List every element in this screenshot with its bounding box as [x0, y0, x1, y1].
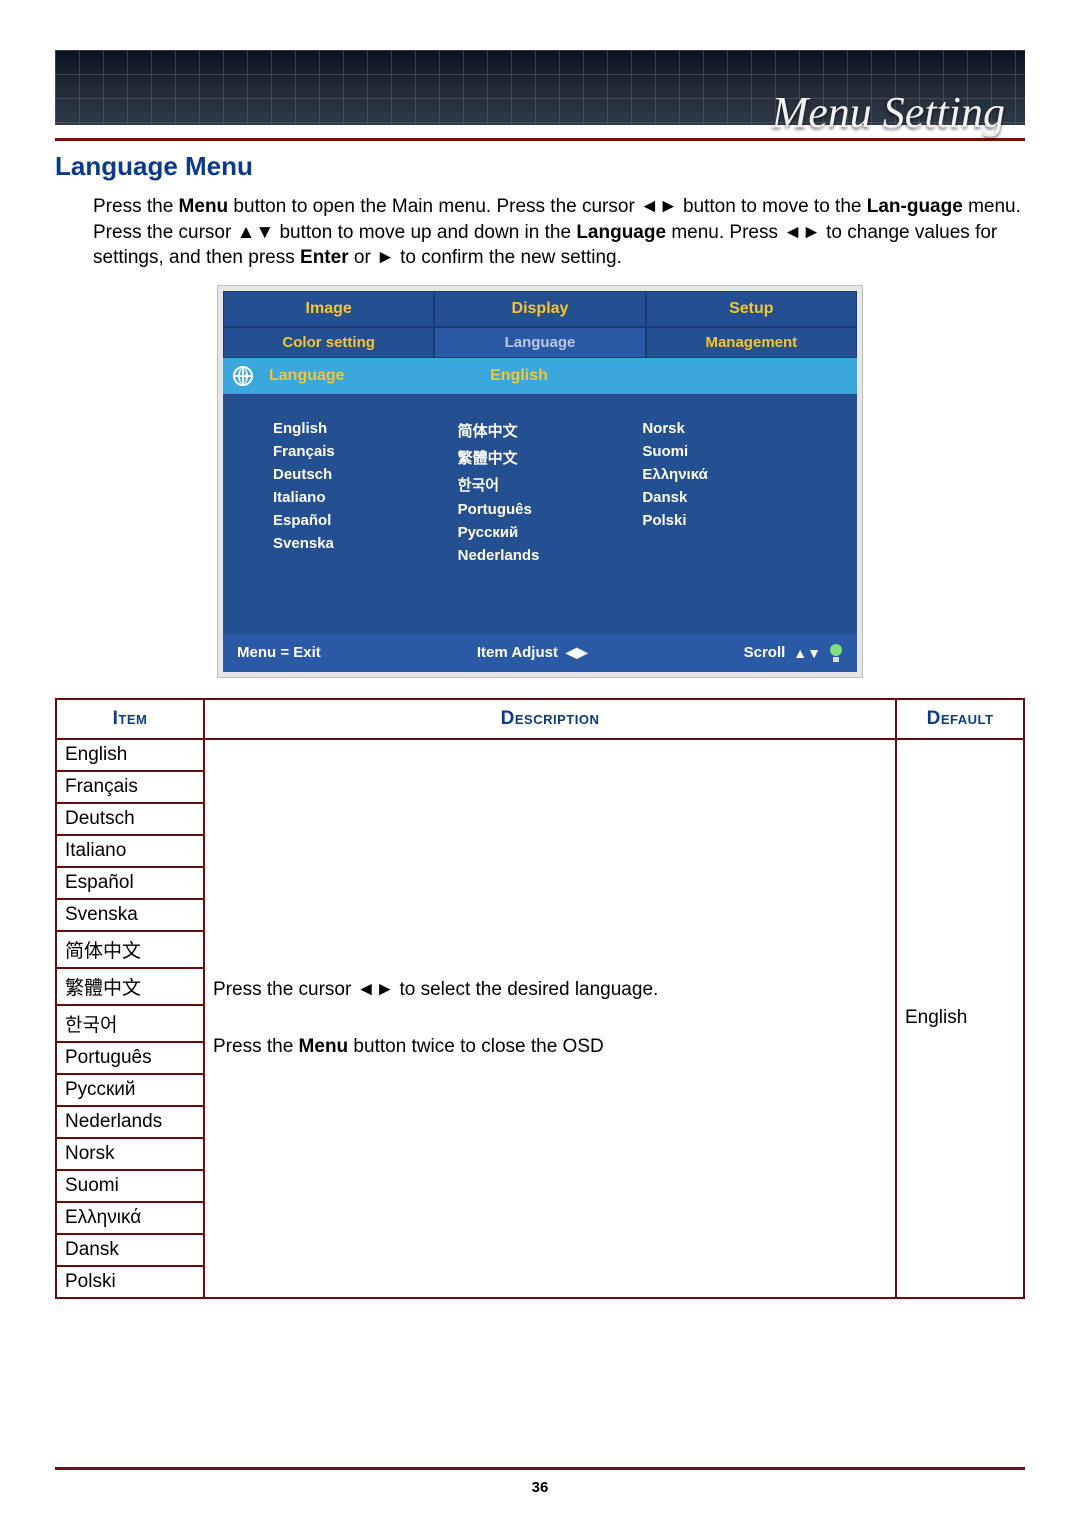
osd-lang-option[interactable]: Português	[458, 501, 643, 518]
osd-selected-row[interactable]: Language English	[223, 358, 857, 394]
section-title: Language Menu	[55, 151, 1025, 182]
osd-lang-option[interactable]: 简体中文	[458, 420, 643, 441]
item-cell: 简体中文	[56, 931, 204, 968]
item-cell: Ελληνικά	[56, 1202, 204, 1234]
globe-icon	[233, 366, 253, 386]
intro-paragraph: Press the Menu button to open the Main m…	[93, 194, 1025, 271]
osd-lang-option[interactable]: Svenska	[273, 535, 458, 552]
osd-tab-display[interactable]: Display	[434, 291, 645, 327]
osd-lang-col-3: Norsk Suomi Ελληνικά Dansk Polski	[642, 414, 827, 604]
osd-lang-option[interactable]: Ελληνικά	[642, 466, 827, 483]
item-cell: Suomi	[56, 1170, 204, 1202]
osd-lang-col-2: 简体中文 繁體中文 한국어 Português Русский Nederlan…	[458, 414, 643, 604]
desc-text: Press the	[213, 1036, 299, 1057]
osd-lang-option[interactable]: Deutsch	[273, 466, 458, 483]
osd-lang-option[interactable]: Nederlands	[458, 547, 643, 564]
osd-footer-scroll: Scroll ▲▼	[744, 644, 843, 662]
osd-tab-setup[interactable]: Setup	[646, 291, 857, 327]
osd-footer-menu-exit-label: Menu = Exit	[237, 644, 321, 661]
intro-text: button to open the Main menu. Press the …	[228, 196, 867, 217]
item-cell: Español	[56, 867, 204, 899]
item-cell: 한국어	[56, 1005, 204, 1042]
description-line2: Press the Menu button twice to close the…	[213, 1033, 887, 1062]
osd-lang-option[interactable]: Italiano	[273, 489, 458, 506]
item-cell: Polski	[56, 1266, 204, 1298]
osd-screenshot: Image Display Setup Color setting Langua…	[217, 285, 863, 678]
intro-menu-bold: Menu	[179, 196, 229, 217]
intro-language-bold2: Language	[576, 222, 666, 243]
description-line1: Press the cursor ◄► to select the desire…	[213, 976, 887, 1005]
item-cell: Norsk	[56, 1138, 204, 1170]
item-cell: 繁體中文	[56, 968, 204, 1005]
osd-lang-option[interactable]: Dansk	[642, 489, 827, 506]
item-cell: Svenska	[56, 899, 204, 931]
table-header-row: Item Description Default	[56, 699, 1024, 739]
osd-selected-label: Language	[269, 367, 429, 385]
bulb-icon	[829, 644, 843, 662]
item-cell: Nederlands	[56, 1106, 204, 1138]
page-header: Menu Setting	[55, 50, 1025, 136]
item-cell: English	[56, 739, 204, 771]
osd-selected-value: English	[429, 367, 609, 385]
osd-lang-option[interactable]: Norsk	[642, 420, 827, 437]
osd-footer: Menu = Exit Item Adjust ◀▶ Scroll ▲▼	[223, 634, 857, 672]
left-right-arrows-icon: ◀▶	[566, 644, 588, 661]
th-description: Description	[204, 699, 896, 739]
osd-footer-menu-exit: Menu = Exit	[237, 644, 321, 661]
intro-text: Press the	[93, 196, 179, 217]
osd-lang-option[interactable]: Suomi	[642, 443, 827, 460]
osd-tab-image[interactable]: Image	[223, 291, 434, 327]
osd-footer-scroll-label: Scroll	[744, 644, 786, 661]
osd-language-grid: English Français Deutsch Italiano Españo…	[223, 394, 857, 634]
page-footer: 36	[55, 1467, 1025, 1497]
osd-subtab-management[interactable]: Management	[646, 327, 857, 358]
header-title: Menu Setting	[772, 87, 1005, 138]
item-cell: Français	[56, 771, 204, 803]
item-cell: Português	[56, 1042, 204, 1074]
item-cell: Deutsch	[56, 803, 204, 835]
osd-tabs-row2: Color setting Language Management	[223, 327, 857, 358]
page-number: 36	[532, 1479, 549, 1496]
desc-menu-bold: Menu	[299, 1036, 349, 1057]
default-cell: English	[896, 739, 1024, 1298]
osd-lang-option[interactable]: English	[273, 420, 458, 437]
desc-text: button twice to close the OSD	[348, 1036, 604, 1057]
osd-lang-col-1: English Français Deutsch Italiano Españo…	[273, 414, 458, 604]
item-cell: Dansk	[56, 1234, 204, 1266]
osd-subtab-colorsetting[interactable]: Color setting	[223, 327, 434, 358]
osd-lang-option[interactable]: 한국어	[458, 474, 643, 495]
osd-lang-option[interactable]: Español	[273, 512, 458, 529]
header-rule	[55, 138, 1025, 141]
osd-tabs-row1: Image Display Setup	[223, 291, 857, 327]
osd-footer-item-adjust: Item Adjust ◀▶	[477, 644, 588, 661]
intro-text: or ► to confirm the new setting.	[349, 247, 622, 268]
summary-table: Item Description Default English Press t…	[55, 698, 1025, 1299]
osd-lang-option[interactable]: Français	[273, 443, 458, 460]
osd-lang-option[interactable]: Русский	[458, 524, 643, 541]
intro-language-bold: Lan-guage	[867, 196, 963, 217]
description-cell: Press the cursor ◄► to select the desire…	[204, 739, 896, 1298]
osd-lang-option[interactable]: 繁體中文	[458, 447, 643, 468]
up-down-arrows-icon: ▲▼	[793, 645, 821, 661]
item-cell: Русский	[56, 1074, 204, 1106]
table-row: English Press the cursor ◄► to select th…	[56, 739, 1024, 771]
osd-footer-item-adjust-label: Item Adjust	[477, 644, 558, 661]
item-cell: Italiano	[56, 835, 204, 867]
th-default: Default	[896, 699, 1024, 739]
th-item: Item	[56, 699, 204, 739]
footer-rule	[55, 1467, 1025, 1470]
intro-enter-bold: Enter	[300, 247, 349, 268]
osd-subtab-language[interactable]: Language	[434, 327, 645, 358]
osd-lang-option[interactable]: Polski	[642, 512, 827, 529]
